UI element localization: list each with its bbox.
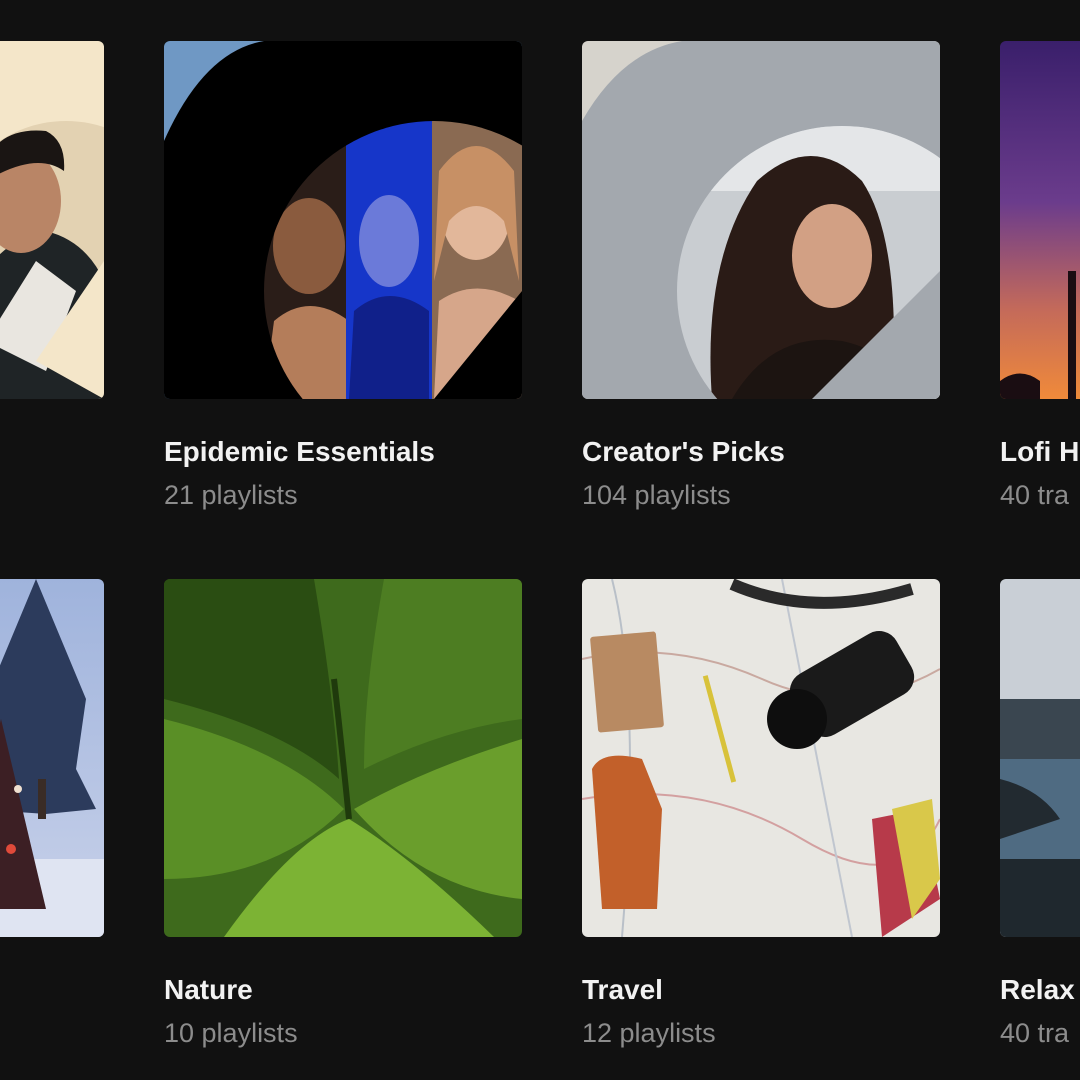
snowy-tree-artwork xyxy=(0,579,104,937)
playlist-count: 104 playlists xyxy=(582,480,731,510)
playlist-card-creators-picks[interactable]: Creator's Picks 104 playlists xyxy=(582,41,940,511)
map-flatlay-artwork xyxy=(582,579,940,937)
playlist-title: Nature xyxy=(164,974,253,1005)
playlist-grid: Epidemic Essentials 21 playlists Creator… xyxy=(0,0,1080,1080)
cream-portrait-artwork xyxy=(0,41,104,399)
playlist-card-travel[interactable]: Travel 12 playlists xyxy=(582,579,940,1049)
playlist-count: 40 tra xyxy=(1000,1018,1070,1048)
playlist-card-lofi[interactable]: Lofi H 40 tra xyxy=(1000,41,1080,511)
playlist-artwork[interactable] xyxy=(1000,579,1080,937)
trio-portraits-artwork xyxy=(164,41,522,399)
playlist-card-epidemic-essentials[interactable]: Epidemic Essentials 21 playlists xyxy=(164,41,522,511)
playlist-artwork[interactable] xyxy=(164,579,522,937)
playlist-artwork[interactable] xyxy=(0,579,104,937)
playlist-title: Epidemic Essentials xyxy=(164,436,435,467)
playlist-card-nature[interactable]: Nature 10 playlists xyxy=(164,579,522,1049)
sunset-artwork xyxy=(1000,41,1080,399)
playlist-artwork[interactable] xyxy=(582,41,940,399)
playlist-artwork[interactable] xyxy=(0,41,104,399)
playlist-count: 21 playlists xyxy=(164,480,298,510)
playlist-artwork[interactable] xyxy=(164,41,522,399)
playlist-card[interactable] xyxy=(0,579,104,973)
shoreline-artwork xyxy=(1000,579,1080,937)
playlist-card-relax[interactable]: Relax 40 tra xyxy=(1000,579,1080,1049)
playlist-card[interactable] xyxy=(0,41,104,435)
playlist-title: Creator's Picks xyxy=(582,436,785,467)
playlist-title: Lofi H xyxy=(1000,436,1080,467)
moss-valley-artwork xyxy=(164,579,522,937)
playlist-title: Relax xyxy=(1000,974,1075,1005)
playlist-count: 12 playlists xyxy=(582,1018,716,1048)
playlist-title: Travel xyxy=(582,974,663,1005)
playlist-count: 40 tra xyxy=(1000,480,1070,510)
playlist-count: 10 playlists xyxy=(164,1018,298,1048)
gray-portrait-artwork xyxy=(582,41,940,399)
playlist-artwork[interactable] xyxy=(1000,41,1080,399)
playlist-artwork[interactable] xyxy=(582,579,940,937)
